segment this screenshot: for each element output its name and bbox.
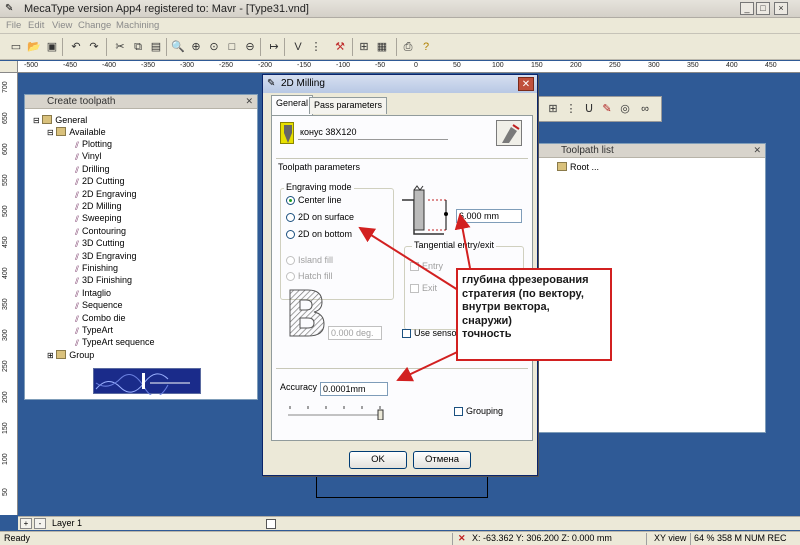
arrow-to-engraving-mode [358,226,459,291]
add-layer-button[interactable]: + [20,518,32,529]
callout-line-5: точность [462,328,512,340]
callout-line-3: внутри вектора, [462,301,550,313]
arrow-to-depth [454,213,471,269]
status-zoom: 64 % 358 M NUM REC [694,533,787,543]
callout-line-4: снаружи) [462,314,512,327]
callout-line-1: глубина фрезерования [462,274,589,286]
status-coordinates: X: -63.362 Y: 306.200 Z: 0.000 mm [472,533,612,543]
layer-visible-checkbox[interactable] [266,519,276,529]
callout-line-2: стратегия (по вектору, [462,287,584,300]
layer-name[interactable]: Layer 1 [52,518,82,528]
annotation-arrows [358,213,471,382]
status-view: XY view [654,533,687,543]
remove-layer-button[interactable]: - [34,518,46,529]
status-x-icon: ✕ [458,533,466,543]
layer-bar: + - Layer 1 [18,516,800,530]
status-ready: Ready [4,533,31,543]
annotation-callout: глубина фрезерования стратегия (по векто… [456,268,612,361]
status-bar: Ready ✕ X: -63.362 Y: 306.200 Z: 0.000 m… [0,531,800,545]
